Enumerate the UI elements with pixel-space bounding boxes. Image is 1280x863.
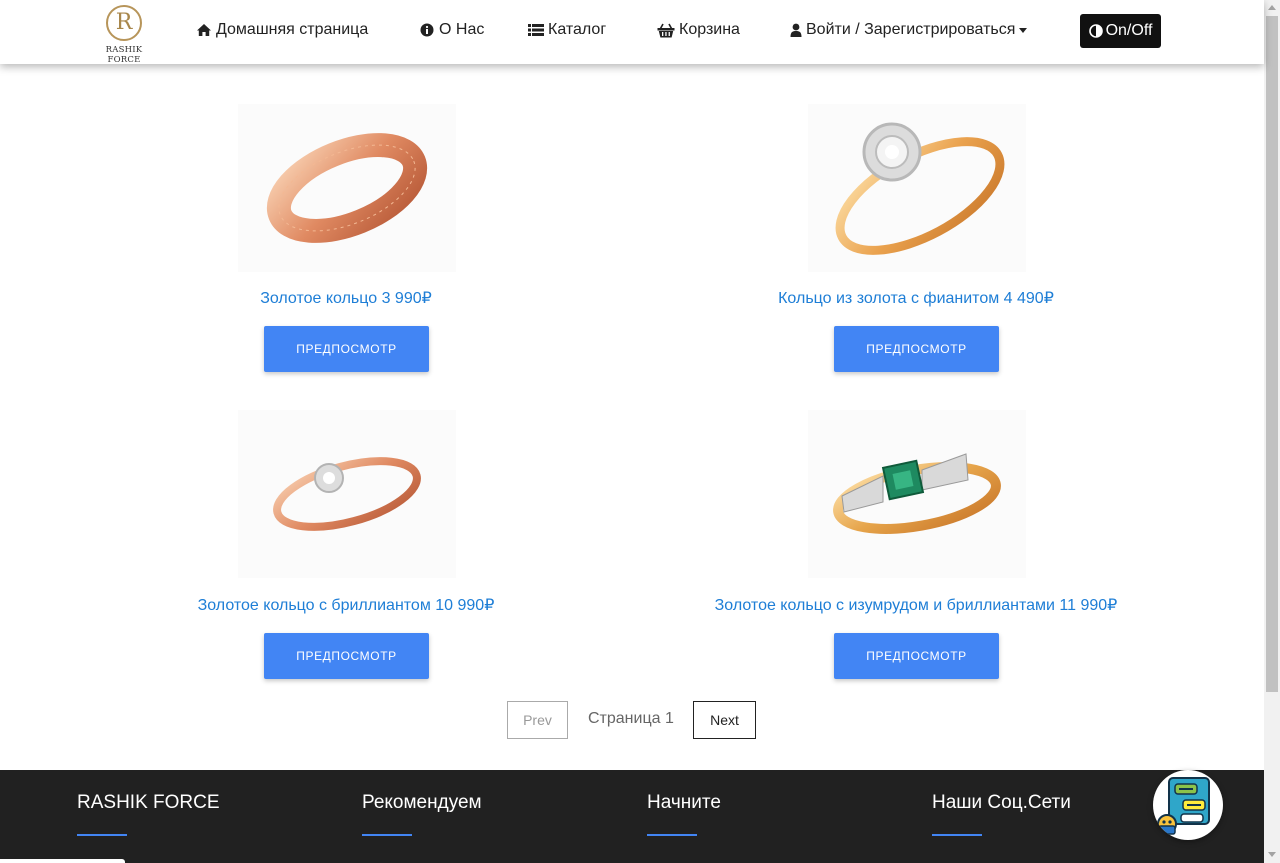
scroll-thumb[interactable] [1266,16,1278,692]
preview-button[interactable]: ПРЕДПОСМОТР [264,633,429,679]
product-image[interactable] [808,104,1026,272]
product-title-link[interactable]: Золотое кольцо 3 990₽ [66,288,626,308]
site-footer: RASHIK FORCE Рекомендуем Начните Наши Со… [0,770,1264,863]
footer-divider [362,834,412,836]
chat-widget-button[interactable] [1153,770,1223,840]
theme-toggle-button[interactable]: On/Off [1080,14,1161,48]
preview-button[interactable]: ПРЕДПОСМОТР [834,633,999,679]
footer-heading: RASHIK FORCE [77,792,220,813]
scroll-down-arrow-icon[interactable] [1268,852,1276,857]
shopping-basket-icon [657,22,675,38]
nav-cart[interactable]: Корзина [657,21,740,39]
home-icon [196,22,212,38]
list-icon [528,22,544,38]
scroll-up-arrow-icon[interactable] [1268,5,1276,10]
page-scrollbar[interactable] [1264,0,1280,863]
product-title-link[interactable]: Кольцо из золота с фианитом 4 490₽ [636,288,1196,308]
brand-logo[interactable]: R RASHIK FORCE [88,5,160,65]
nav-home[interactable]: Домашняя страница [196,21,368,39]
footer-heading: Начните [647,792,721,813]
rose-gold-faceted-band-ring-image [266,133,428,243]
next-page-button[interactable]: Next [693,701,756,739]
product-title-link[interactable]: Золотое кольцо с изумрудом и бриллиантам… [636,595,1196,615]
nav-login-label: Войти / Зарегистрироваться [806,21,1016,38]
rose-gold-ring-with-diamond-image [273,457,421,531]
preview-button[interactable]: ПРЕДПОСМОТР [264,326,429,372]
footer-column-recommend: Рекомендуем [362,792,482,836]
footer-heading: Рекомендуем [362,792,482,813]
chatbot-icon [1157,777,1210,835]
nav-login-dropdown[interactable]: Войти / Зарегистрироваться [790,21,1028,39]
page-indicator: Страница 1 [588,710,674,727]
footer-column-social: Наши Соц.Сети [932,792,1071,836]
footer-column-brand: RASHIK FORCE [77,792,220,836]
product-image[interactable] [238,104,456,272]
footer-heading: Наши Соц.Сети [932,792,1071,813]
footer-divider [77,834,127,836]
nav-about[interactable]: О Нас [419,21,484,39]
contrast-icon [1088,23,1103,39]
nav-catalog[interactable]: Каталог [528,21,606,39]
prev-page-button[interactable]: Prev [507,701,568,739]
nav-home-label: Домашняя страница [216,21,369,38]
logo-text: RASHIK FORCE [105,45,143,65]
product-image[interactable] [808,410,1026,578]
footer-divider [932,834,982,836]
nav-cart-label: Корзина [679,21,740,38]
gold-ring-with-cubic-zirconia-image [835,122,1005,255]
caret-down-icon [1019,27,1028,33]
product-image[interactable] [238,410,456,578]
footer-divider [647,834,697,836]
footer-column-start: Начните [647,792,721,836]
logo-monogram: R [106,5,142,41]
product-title-link[interactable]: Золотое кольцо с бриллиантом 10 990₽ [66,595,626,615]
gold-ring-with-emerald-image [833,453,1001,534]
nav-catalog-label: Каталог [548,21,607,38]
info-circle-icon [419,22,435,38]
top-navbar: R RASHIK FORCE Домашняя страница О Нас К… [0,0,1264,65]
preview-button[interactable]: ПРЕДПОСМОТР [834,326,999,372]
bottom-edge-element [0,859,125,863]
theme-toggle-label: On/Off [1105,22,1153,39]
nav-about-label: О Нас [439,21,485,38]
user-icon [790,22,802,38]
